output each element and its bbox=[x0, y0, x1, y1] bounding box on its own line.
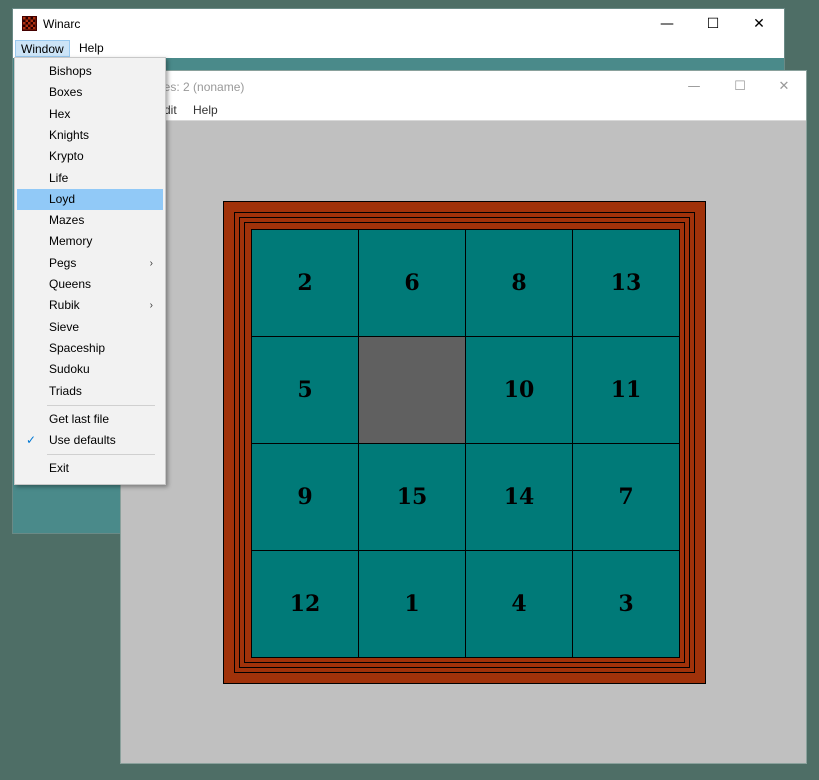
close-icon: ✕ bbox=[778, 78, 790, 94]
menu-item-label: Spaceship bbox=[49, 340, 106, 355]
winarc-close-button[interactable]: ✕ bbox=[736, 9, 782, 39]
menu-item-sudoku[interactable]: Sudoku bbox=[17, 359, 163, 380]
menu-item-loyd[interactable]: Loyd bbox=[17, 188, 163, 210]
menu-item-rubik[interactable]: Rubik › bbox=[17, 295, 163, 316]
empty-slot[interactable] bbox=[359, 337, 465, 443]
loyd-close-button[interactable]: ✕ bbox=[761, 71, 807, 101]
winarc-minimize-button[interactable]: — bbox=[644, 9, 690, 39]
menu-window[interactable]: Window bbox=[15, 40, 70, 57]
menu-item-memory[interactable]: Memory bbox=[17, 231, 163, 252]
puzzle-tile[interactable]: 1 bbox=[359, 551, 465, 657]
menu-item-label: Triads bbox=[49, 383, 82, 398]
menu-item-knights[interactable]: Knights bbox=[17, 125, 163, 146]
menu-item-label: Get last file bbox=[49, 411, 110, 426]
menu-item-label: Sudoku bbox=[49, 362, 90, 377]
chevron-right-icon: › bbox=[149, 257, 153, 269]
menu-item-label: Boxes bbox=[49, 85, 83, 100]
puzzle-tile[interactable]: 4 bbox=[466, 551, 572, 657]
puzzle-tile[interactable]: 2 bbox=[252, 230, 358, 336]
menu-item-hex[interactable]: Hex bbox=[17, 104, 163, 125]
winarc-titlebar[interactable]: Winarc — ☐ ✕ bbox=[13, 9, 784, 39]
menu-item-label: Sieve bbox=[49, 319, 80, 334]
puzzle-grid: 2 6 8 13 5 10 11 9 15 14 7 12 1 4 3 bbox=[251, 229, 680, 658]
puzzle-tile[interactable]: 12 bbox=[252, 551, 358, 657]
menu-separator bbox=[47, 404, 155, 406]
menu-item-krypto[interactable]: Krypto bbox=[17, 146, 163, 167]
menu-item-mazes[interactable]: Mazes bbox=[17, 210, 163, 231]
checkmark-icon: ✓ bbox=[26, 433, 37, 448]
menu-item-label: Hex bbox=[49, 106, 71, 121]
menu-item-boxes[interactable]: Boxes bbox=[17, 82, 163, 103]
menu-help[interactable]: Help bbox=[74, 40, 109, 57]
menu-item-label: Bishops bbox=[49, 64, 92, 78]
app-icon bbox=[22, 16, 37, 31]
loyd-window: oves: 2 (noname) — ☐ ✕ dit Help 2 6 8 13 5 10… bbox=[120, 70, 807, 764]
winarc-maximize-button[interactable]: ☐ bbox=[690, 9, 736, 39]
menu-item-label: Loyd bbox=[49, 191, 76, 206]
menu-item-pegs[interactable]: Pegs › bbox=[17, 253, 163, 274]
menu-item-exit[interactable]: Exit bbox=[17, 458, 163, 479]
loyd-titlebar[interactable]: oves: 2 (noname) — ☐ ✕ bbox=[121, 71, 806, 101]
loyd-menubar: dit Help bbox=[121, 101, 806, 121]
puzzle-tile[interactable]: 8 bbox=[466, 230, 572, 336]
loyd-minimize-button[interactable]: — bbox=[671, 71, 717, 101]
menu-item-label: Knights bbox=[49, 127, 90, 142]
puzzle-tile[interactable]: 11 bbox=[573, 337, 679, 443]
menu-item-bishops[interactable]: Bishops bbox=[17, 61, 163, 82]
menu-item-label: Pegs bbox=[49, 255, 77, 270]
minimize-icon: — bbox=[687, 78, 701, 94]
loyd-maximize-button[interactable]: ☐ bbox=[717, 71, 763, 101]
menu-item-triads[interactable]: Triads bbox=[17, 381, 163, 402]
menu-item-label: Mazes bbox=[49, 213, 85, 228]
puzzle-tile[interactable]: 9 bbox=[252, 444, 358, 550]
menu-item-queens[interactable]: Queens bbox=[17, 274, 163, 295]
maximize-icon: ☐ bbox=[734, 78, 746, 94]
winarc-menubar: Window Help bbox=[13, 39, 784, 58]
menu-item-sieve[interactable]: Sieve bbox=[17, 317, 163, 338]
menu-separator bbox=[47, 454, 155, 456]
maximize-icon: ☐ bbox=[706, 16, 720, 32]
close-icon: ✕ bbox=[753, 16, 765, 32]
menu-item-label: Life bbox=[49, 170, 69, 185]
menu-item-label: Use defaults bbox=[49, 433, 116, 448]
puzzle-tile[interactable]: 6 bbox=[359, 230, 465, 336]
winarc-title: Winarc bbox=[43, 17, 81, 31]
menu-item-spaceship[interactable]: Spaceship bbox=[17, 338, 163, 359]
menu-item-get-last-file[interactable]: Get last file bbox=[17, 409, 163, 430]
menu-item-life[interactable]: Life bbox=[17, 168, 163, 189]
puzzle-board-frame: 2 6 8 13 5 10 11 9 15 14 7 12 1 4 3 bbox=[223, 201, 706, 684]
menu-item-label: Rubik bbox=[49, 298, 80, 313]
menu-item-label: Queens bbox=[49, 277, 92, 291]
puzzle-tile[interactable]: 14 bbox=[466, 444, 572, 550]
menu-item-label: Memory bbox=[49, 234, 93, 249]
minimize-icon: — bbox=[660, 16, 674, 32]
menu-item-use-defaults[interactable]: Use defaults ✓ bbox=[17, 430, 163, 451]
puzzle-tile[interactable]: 15 bbox=[359, 444, 465, 550]
menu-item-label: Krypto bbox=[49, 149, 84, 164]
window-menu-dropdown: Bishops Boxes Hex Knights Krypto Life Loyd Maze… bbox=[14, 57, 166, 485]
menu-item-label: Exit bbox=[49, 461, 70, 476]
puzzle-tile[interactable]: 13 bbox=[573, 230, 679, 336]
puzzle-tile[interactable]: 5 bbox=[252, 337, 358, 443]
puzzle-tile[interactable]: 10 bbox=[466, 337, 572, 443]
menu-help[interactable]: Help bbox=[188, 102, 223, 119]
puzzle-tile[interactable]: 3 bbox=[573, 551, 679, 657]
puzzle-tile[interactable]: 7 bbox=[573, 444, 679, 550]
chevron-right-icon: › bbox=[149, 300, 153, 312]
